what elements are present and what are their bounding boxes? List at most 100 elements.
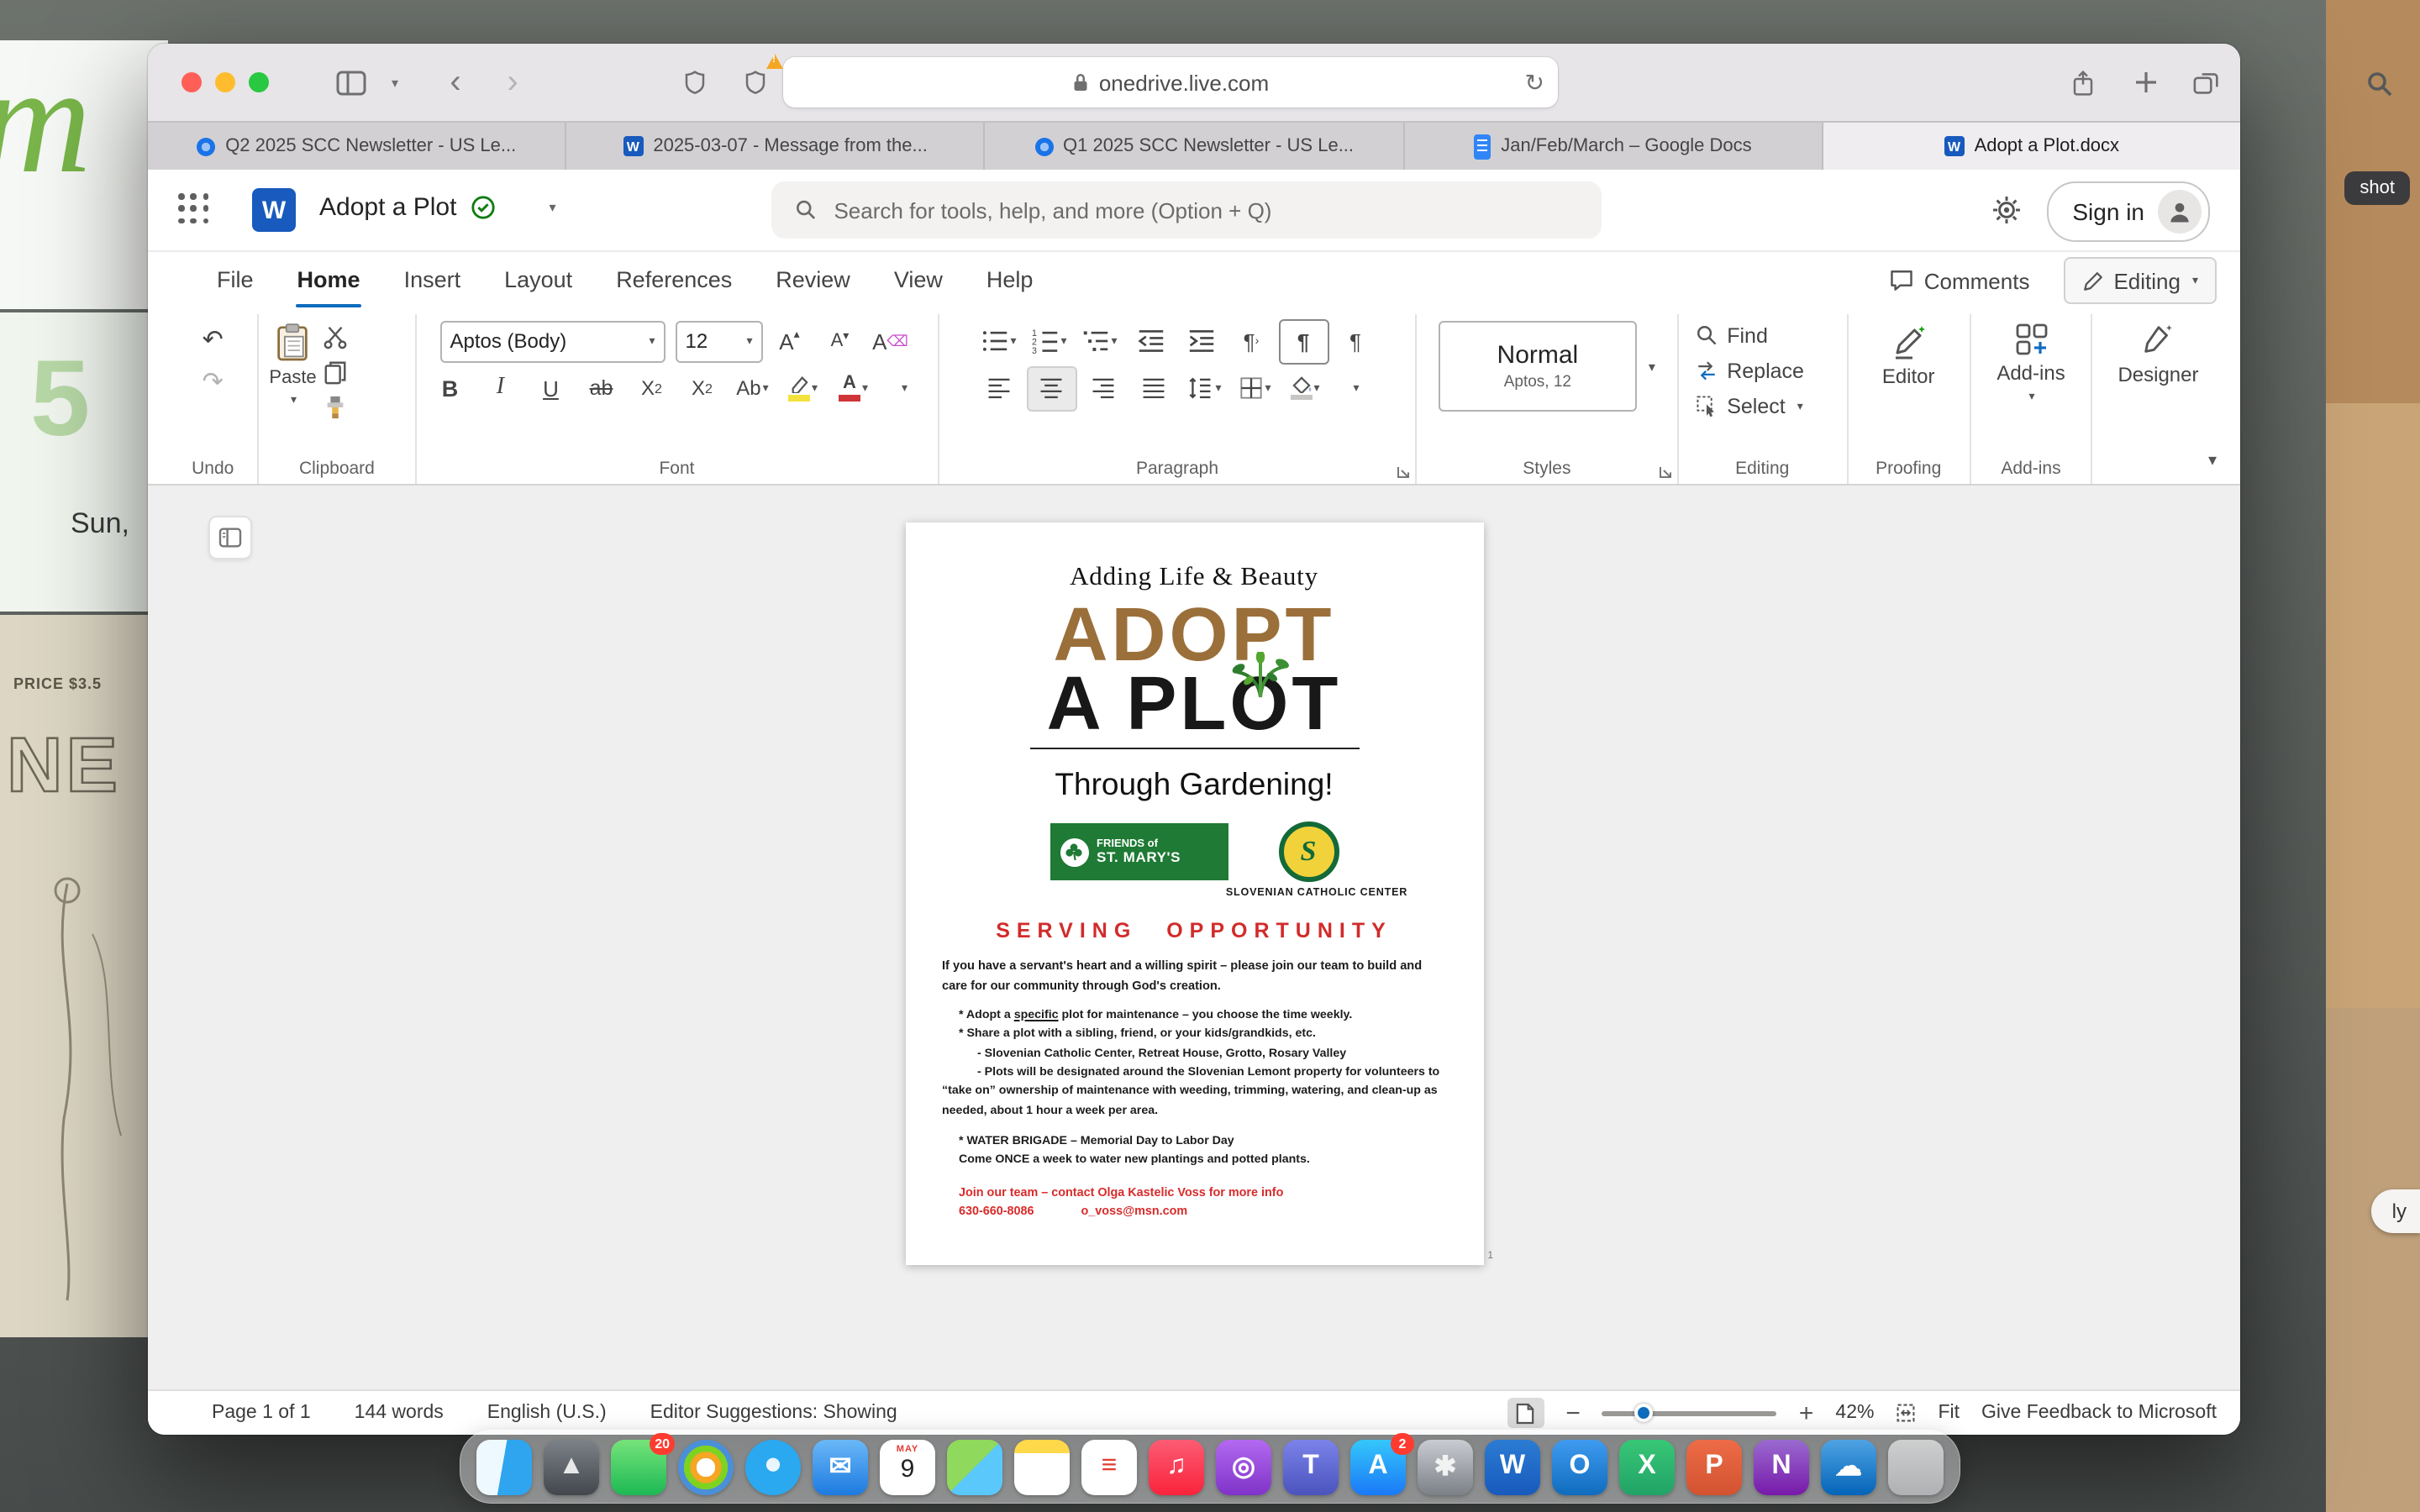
- menu-review[interactable]: Review: [754, 252, 872, 307]
- word-logo[interactable]: W: [252, 188, 296, 232]
- more-paragraph-options-icon[interactable]: ▾: [1332, 367, 1379, 409]
- tab-q2-newsletter[interactable]: Q2 2025 SCC Newsletter - US Le...: [148, 123, 566, 170]
- dock-icon-reminders[interactable]: ≡: [1081, 1439, 1137, 1494]
- dock-icon-appstore[interactable]: A2: [1350, 1439, 1406, 1494]
- dock-icon-photos[interactable]: [678, 1439, 734, 1494]
- settings-gear-icon[interactable]: [1985, 188, 2028, 232]
- tab-overview-icon[interactable]: [2185, 60, 2228, 104]
- sign-in-button[interactable]: Sign in: [2047, 181, 2210, 242]
- editor-button[interactable]: Editor: [1882, 318, 1935, 388]
- multilevel-list-button[interactable]: ▾: [1076, 320, 1123, 362]
- search-icon[interactable]: [2366, 71, 2393, 97]
- addins-button[interactable]: Add-ins ▾: [1996, 318, 2065, 403]
- paste-button[interactable]: Paste ▾: [269, 318, 316, 407]
- font-color-button[interactable]: A ▾: [829, 367, 876, 409]
- menu-layout[interactable]: Layout: [482, 252, 594, 307]
- zoom-in-button[interactable]: +: [1799, 1399, 1814, 1427]
- zoom-slider-knob[interactable]: [1635, 1404, 1654, 1422]
- dock-icon-facetime[interactable]: 20: [611, 1439, 666, 1494]
- app-search-bar[interactable]: [771, 181, 1602, 239]
- dock-icon-outlook[interactable]: O: [1552, 1439, 1607, 1494]
- title-chevron-icon[interactable]: ▾: [549, 200, 555, 215]
- left-to-right-button[interactable]: ¶›: [1228, 320, 1275, 362]
- privacy-shield-icon[interactable]: [672, 60, 716, 104]
- extension-shield-icon[interactable]: [733, 60, 776, 104]
- menu-view[interactable]: View: [872, 252, 965, 307]
- dock-icon-onedrive[interactable]: ☁: [1821, 1439, 1876, 1494]
- tab-adopt-a-plot[interactable]: W Adopt a Plot.docx: [1823, 123, 2240, 170]
- cut-icon[interactable]: [324, 324, 349, 349]
- dock-icon-podcasts[interactable]: ◎: [1216, 1439, 1271, 1494]
- styles-dialog-launcher-icon[interactable]: [1658, 465, 1671, 479]
- bold-button[interactable]: B: [426, 367, 473, 409]
- word-count[interactable]: 144 words: [355, 1403, 444, 1423]
- find-button[interactable]: Find: [1688, 318, 1843, 353]
- bullet-list-button[interactable]: ▾: [976, 320, 1023, 362]
- dock-icon-excel[interactable]: X: [1619, 1439, 1675, 1494]
- justify-button[interactable]: [1130, 367, 1177, 409]
- dock-icon-maps[interactable]: [947, 1439, 1002, 1494]
- show-formatting-marks-button[interactable]: ¶: [1278, 318, 1328, 364]
- view-mode-button[interactable]: [1507, 1398, 1544, 1428]
- dock-icon-launchpad[interactable]: ▲: [544, 1439, 599, 1494]
- minimize-window-button[interactable]: [215, 72, 235, 92]
- change-case-button[interactable]: Ab▾: [729, 367, 776, 409]
- pane-toggle-button[interactable]: [208, 516, 252, 559]
- dock-icon-teams[interactable]: T: [1283, 1439, 1339, 1494]
- tab-google-docs[interactable]: Jan/Feb/March – Google Docs: [1404, 123, 1823, 170]
- tab-q1-newsletter[interactable]: Q1 2025 SCC Newsletter - US Le...: [986, 123, 1404, 170]
- document-page[interactable]: Adding Life & Beauty ADOPT A PLOT: [905, 522, 1483, 1265]
- zoom-window-button[interactable]: [249, 72, 269, 92]
- menu-home[interactable]: Home: [276, 252, 382, 307]
- select-button[interactable]: Select ▾: [1688, 388, 1843, 423]
- font-name-select[interactable]: Aptos (Body)▾: [439, 320, 665, 362]
- borders-button[interactable]: ▾: [1231, 367, 1278, 409]
- dock-icon-safari[interactable]: [745, 1439, 801, 1494]
- menu-help[interactable]: Help: [965, 252, 1055, 307]
- page-count[interactable]: Page 1 of 1: [212, 1403, 311, 1423]
- fit-icon[interactable]: [1896, 1403, 1916, 1423]
- dock-icon-powerpoint[interactable]: P: [1686, 1439, 1742, 1494]
- fit-label[interactable]: Fit: [1938, 1403, 1960, 1423]
- increase-indent-button[interactable]: [1177, 320, 1224, 362]
- style-normal-tile[interactable]: Normal Aptos, 12: [1439, 321, 1637, 412]
- menu-insert[interactable]: Insert: [382, 252, 483, 307]
- language[interactable]: English (U.S.): [487, 1403, 607, 1423]
- italic-button[interactable]: I: [476, 367, 523, 409]
- address-bar[interactable]: onedrive.live.com ↻: [783, 57, 1558, 108]
- sidebar-chevron-icon[interactable]: ▾: [373, 60, 417, 104]
- dock-icon-music[interactable]: ♫: [1149, 1439, 1204, 1494]
- font-size-select[interactable]: 12▾: [675, 320, 762, 362]
- share-icon[interactable]: [2060, 60, 2104, 104]
- paragraph-mark-button[interactable]: ¶: [1332, 320, 1379, 362]
- menu-file[interactable]: File: [195, 252, 276, 307]
- copy-icon[interactable]: [324, 360, 349, 385]
- new-tab-icon[interactable]: [2124, 60, 2168, 104]
- align-center-button[interactable]: [1026, 365, 1076, 411]
- superscript-button[interactable]: X2: [678, 367, 725, 409]
- format-painter-icon[interactable]: [324, 395, 349, 420]
- editing-mode-button[interactable]: Editing ▾: [2063, 257, 2217, 304]
- numbered-list-button[interactable]: 123▾: [1026, 320, 1073, 362]
- decrease-indent-button[interactable]: [1127, 320, 1174, 362]
- subscript-button[interactable]: X2: [628, 367, 675, 409]
- document-canvas[interactable]: Adding Life & Beauty ADOPT A PLOT: [148, 486, 2240, 1389]
- editor-suggestions[interactable]: Editor Suggestions: Showing: [650, 1403, 897, 1423]
- dock-icon-finder[interactable]: [476, 1439, 532, 1494]
- comments-button[interactable]: Comments: [1872, 259, 2047, 302]
- style-gallery-chevron-icon[interactable]: ▾: [1649, 359, 1655, 374]
- browser-titlebar[interactable]: ▾ ‹ › onedrive.live.com ↻: [148, 44, 2240, 121]
- more-font-options-icon[interactable]: ▾: [880, 367, 927, 409]
- reply-button-fragment[interactable]: ly: [2372, 1189, 2420, 1233]
- app-launcher-icon[interactable]: [178, 193, 210, 225]
- zoom-slider[interactable]: [1602, 1410, 1777, 1415]
- shrink-font-button[interactable]: A▾: [816, 320, 863, 362]
- line-spacing-button[interactable]: ▾: [1181, 367, 1228, 409]
- paragraph-dialog-launcher-icon[interactable]: [1397, 465, 1411, 479]
- highlight-color-button[interactable]: ▾: [779, 367, 826, 409]
- shading-button[interactable]: ▾: [1281, 367, 1328, 409]
- reload-icon[interactable]: ↻: [1525, 68, 1544, 97]
- dock-icon-trash[interactable]: [1888, 1439, 1944, 1494]
- forward-button[interactable]: ›: [491, 60, 534, 104]
- collapse-ribbon-icon[interactable]: ▾: [2208, 452, 2217, 470]
